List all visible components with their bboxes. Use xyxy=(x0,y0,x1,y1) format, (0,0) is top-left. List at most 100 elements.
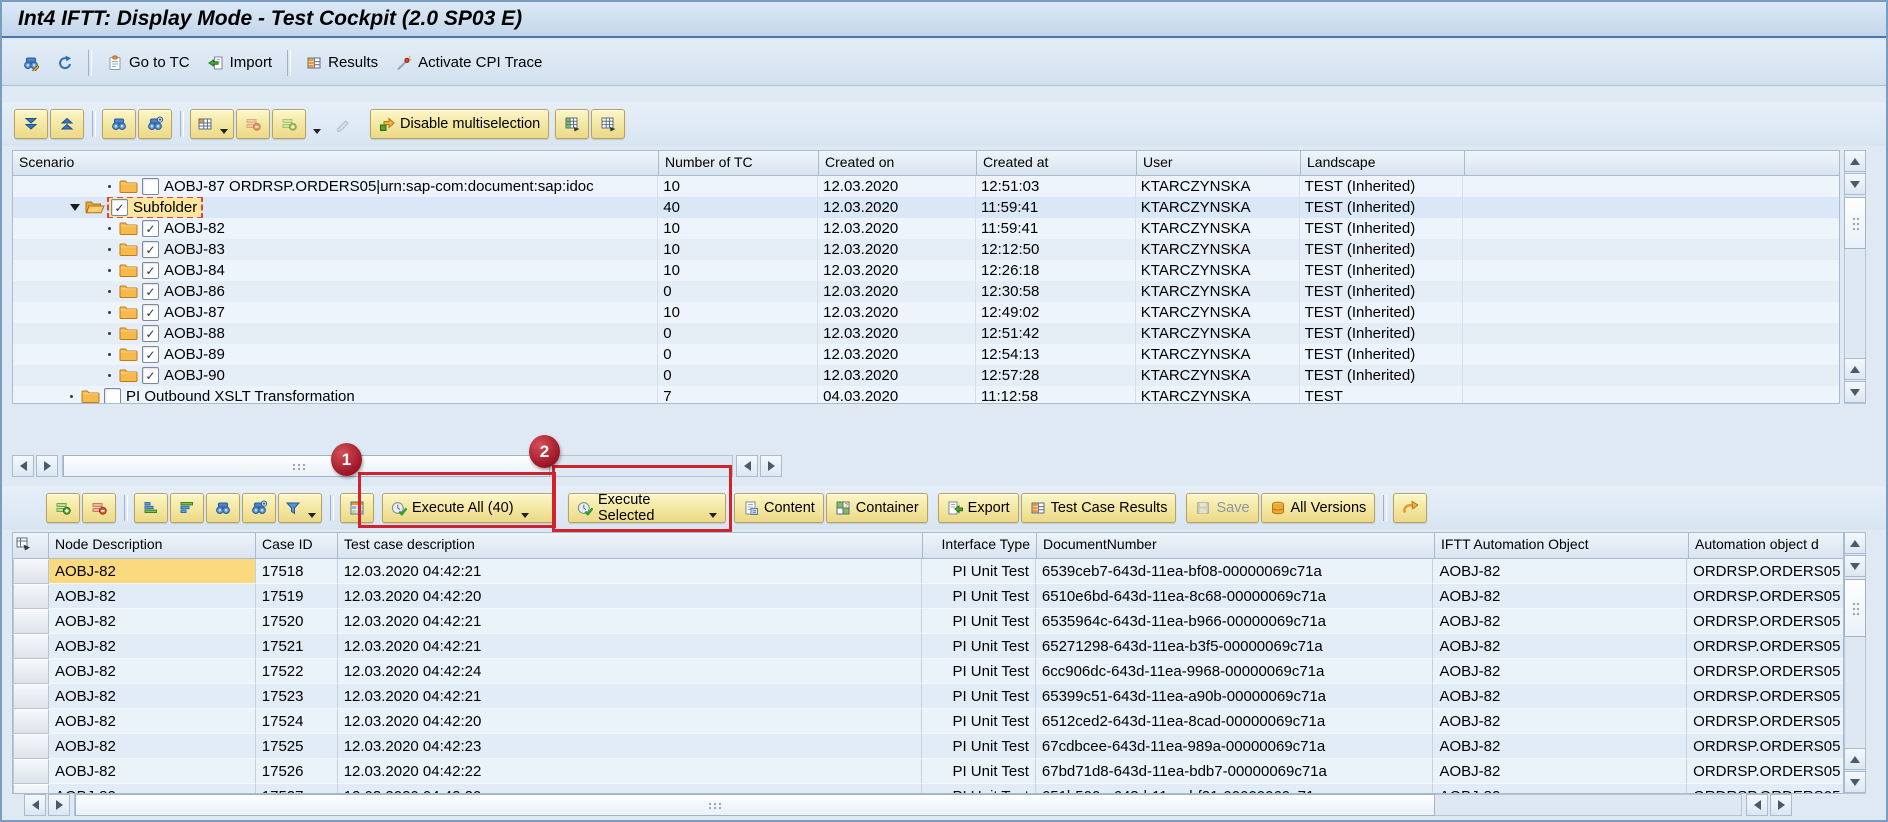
cell-node-description[interactable]: AOBJ-82 xyxy=(49,784,256,794)
tree-row[interactable]: ✓AOBJ-87 1012.03.202012:49:02KTARCZYNSKA… xyxy=(13,302,1839,323)
tree-node-checkbox[interactable]: ✓ xyxy=(142,325,159,342)
tree-node-label[interactable]: AOBJ-84 xyxy=(164,262,225,279)
tree-node-label[interactable]: AOBJ-86 xyxy=(164,283,225,300)
select-all-button[interactable] xyxy=(272,109,306,139)
table-row[interactable]: AOBJ-821751912.03.2020 04:42:20PI Unit T… xyxy=(13,584,1843,609)
find-next-button[interactable] xyxy=(242,493,276,523)
tree-node-label[interactable]: AOBJ-82 xyxy=(164,220,225,237)
tree-node-checkbox[interactable] xyxy=(104,388,121,404)
grid-select-all-header[interactable] xyxy=(13,533,49,559)
scroll-right-button[interactable] xyxy=(36,455,58,477)
scroll-up-button[interactable] xyxy=(1844,532,1866,554)
table-row[interactable]: AOBJ-821752512.03.2020 04:42:23PI Unit T… xyxy=(13,734,1843,759)
go-to-tc-button[interactable]: Go to TC xyxy=(98,49,199,76)
row-selector[interactable] xyxy=(13,634,49,659)
tree-row[interactable]: ✓AOBJ-90 012.03.202012:57:28KTARCZYNSKAT… xyxy=(13,365,1839,386)
deselect-all-button[interactable] xyxy=(236,109,270,139)
scroll-left-button[interactable] xyxy=(12,455,34,477)
tree-row[interactable]: ✓AOBJ-86 012.03.202012:30:58KTARCZYNSKAT… xyxy=(13,281,1839,302)
tree-node-checkbox[interactable]: ✓ xyxy=(142,262,159,279)
sort-descending-button[interactable] xyxy=(170,493,204,523)
cell-node-description[interactable]: AOBJ-82 xyxy=(49,659,256,684)
scroll-handle[interactable] xyxy=(75,794,1435,816)
display-edit-button[interactable] xyxy=(14,50,48,76)
all-versions-button[interactable]: All Versions xyxy=(1261,493,1376,523)
find-button[interactable] xyxy=(102,109,136,139)
tree-node-label[interactable]: AOBJ-88 xyxy=(164,325,225,342)
tree-row[interactable]: ✓AOBJ-89 012.03.202012:54:13KTARCZYNSKAT… xyxy=(13,344,1839,365)
cell-node-description[interactable]: AOBJ-82 xyxy=(49,684,256,709)
save-button[interactable]: Save xyxy=(1186,493,1258,523)
tree-column-header-created-at[interactable]: Created at xyxy=(977,151,1137,176)
tree-row[interactable]: AOBJ-87 ORDRSP.ORDERS05|urn:sap-com:docu… xyxy=(13,176,1839,197)
table-row[interactable]: AOBJ-821752112.03.2020 04:42:21PI Unit T… xyxy=(13,634,1843,659)
tree-column-header-scenario[interactable]: Scenario xyxy=(13,151,659,176)
tree-row[interactable]: ✓AOBJ-88 012.03.202012:51:42KTARCZYNSKAT… xyxy=(13,323,1839,344)
scroll-left-button[interactable] xyxy=(736,455,758,477)
tree-row[interactable]: ✓AOBJ-83 1012.03.202012:12:50KTARCZYNSKA… xyxy=(13,239,1839,260)
collapse-all-button[interactable] xyxy=(50,109,84,139)
row-selector[interactable] xyxy=(13,709,49,734)
grid-column-header-case-id[interactable]: Case ID xyxy=(256,533,338,559)
cell-node-description[interactable]: AOBJ-82 xyxy=(49,759,256,784)
tree-node-label[interactable]: AOBJ-87 ORDRSP.ORDERS05|urn:sap-com:docu… xyxy=(164,178,594,195)
table-row[interactable]: AOBJ-821752012.03.2020 04:42:21PI Unit T… xyxy=(13,609,1843,634)
grid-column-header-automation-object-d[interactable]: Automation object d xyxy=(1689,533,1844,559)
cell-node-description[interactable]: AOBJ-82 xyxy=(49,559,256,584)
scroll-up-button[interactable] xyxy=(1844,150,1866,172)
find-button[interactable] xyxy=(206,493,240,523)
tree-column-header-landscape[interactable]: Landscape xyxy=(1301,151,1465,176)
row-selector[interactable] xyxy=(13,659,49,684)
scroll-handle[interactable] xyxy=(1844,579,1866,637)
tree-row[interactable]: ✓Subfolder 4012.03.202011:59:41KTARCZYNS… xyxy=(13,197,1839,218)
grid-column-header-node-description[interactable]: Node Description xyxy=(49,533,256,559)
content-button[interactable]: Content xyxy=(734,493,824,523)
table-view-button[interactable] xyxy=(591,109,625,139)
table-row[interactable]: AOBJ-821752612.03.2020 04:42:22PI Unit T… xyxy=(13,759,1843,784)
tree-node-checkbox[interactable] xyxy=(142,178,159,195)
export-table-button[interactable] xyxy=(555,109,589,139)
expand-all-button[interactable] xyxy=(14,109,48,139)
cell-node-description[interactable]: AOBJ-82 xyxy=(49,634,256,659)
scroll-down-button[interactable] xyxy=(1844,771,1866,793)
tree-node-label[interactable]: AOBJ-90 xyxy=(164,367,225,384)
row-selector[interactable] xyxy=(13,684,49,709)
tree-node-checkbox[interactable]: ✓ xyxy=(142,241,159,258)
grid-column-header-test-case-description[interactable]: Test case description xyxy=(338,533,923,559)
cell-node-description[interactable]: AOBJ-82 xyxy=(49,609,256,634)
tree-node-checkbox[interactable]: ✓ xyxy=(142,304,159,321)
table-row[interactable]: AOBJ-821752212.03.2020 04:42:24PI Unit T… xyxy=(13,659,1843,684)
test-case-results-button[interactable]: Test Case Results xyxy=(1021,493,1177,523)
history-button[interactable] xyxy=(1393,493,1427,523)
column-layout-button[interactable] xyxy=(190,109,234,139)
expand-toggle-icon[interactable] xyxy=(70,204,80,211)
cell-node-description[interactable]: AOBJ-82 xyxy=(49,734,256,759)
scroll-left-button[interactable] xyxy=(1746,794,1768,816)
table-row[interactable]: AOBJ-821752712.03.2020 04:42:20PI Unit T… xyxy=(13,784,1843,794)
scroll-handle[interactable] xyxy=(1844,197,1866,249)
more-menu-button[interactable] xyxy=(308,109,324,139)
table-row[interactable]: AOBJ-821751812.03.2020 04:42:21PI Unit T… xyxy=(13,559,1843,584)
tree-column-header-user[interactable]: User xyxy=(1137,151,1301,176)
edit-button[interactable] xyxy=(326,109,360,139)
sort-ascending-button[interactable] xyxy=(134,493,168,523)
scroll-up-button[interactable] xyxy=(1844,748,1866,770)
scroll-up-button[interactable] xyxy=(1844,358,1866,380)
row-selector[interactable] xyxy=(13,559,49,584)
row-selector[interactable] xyxy=(13,734,49,759)
select-all-button[interactable] xyxy=(46,493,80,523)
table-row[interactable]: AOBJ-821752412.03.2020 04:42:20PI Unit T… xyxy=(13,709,1843,734)
tree-node-checkbox[interactable]: ✓ xyxy=(111,199,128,216)
deselect-all-button[interactable] xyxy=(82,493,116,523)
tree-node-label[interactable]: PI Outbound XSLT Transformation xyxy=(126,388,355,404)
cell-node-description[interactable]: AOBJ-82 xyxy=(49,584,256,609)
tree-node-label[interactable]: AOBJ-89 xyxy=(164,346,225,363)
tree-node-label[interactable]: Subfolder xyxy=(133,199,197,216)
scroll-down-button[interactable] xyxy=(1844,381,1866,403)
tree-row[interactable]: ✓AOBJ-82 1012.03.202011:59:41KTARCZYNSKA… xyxy=(13,218,1839,239)
cell-node-description[interactable]: AOBJ-82 xyxy=(49,709,256,734)
grid-column-header-interface-type[interactable]: Interface Type xyxy=(923,533,1037,559)
import-button[interactable]: Import xyxy=(199,49,282,76)
filter-button[interactable] xyxy=(278,493,322,523)
tree-column-header-number-of-tc[interactable]: Number of TC xyxy=(659,151,819,176)
